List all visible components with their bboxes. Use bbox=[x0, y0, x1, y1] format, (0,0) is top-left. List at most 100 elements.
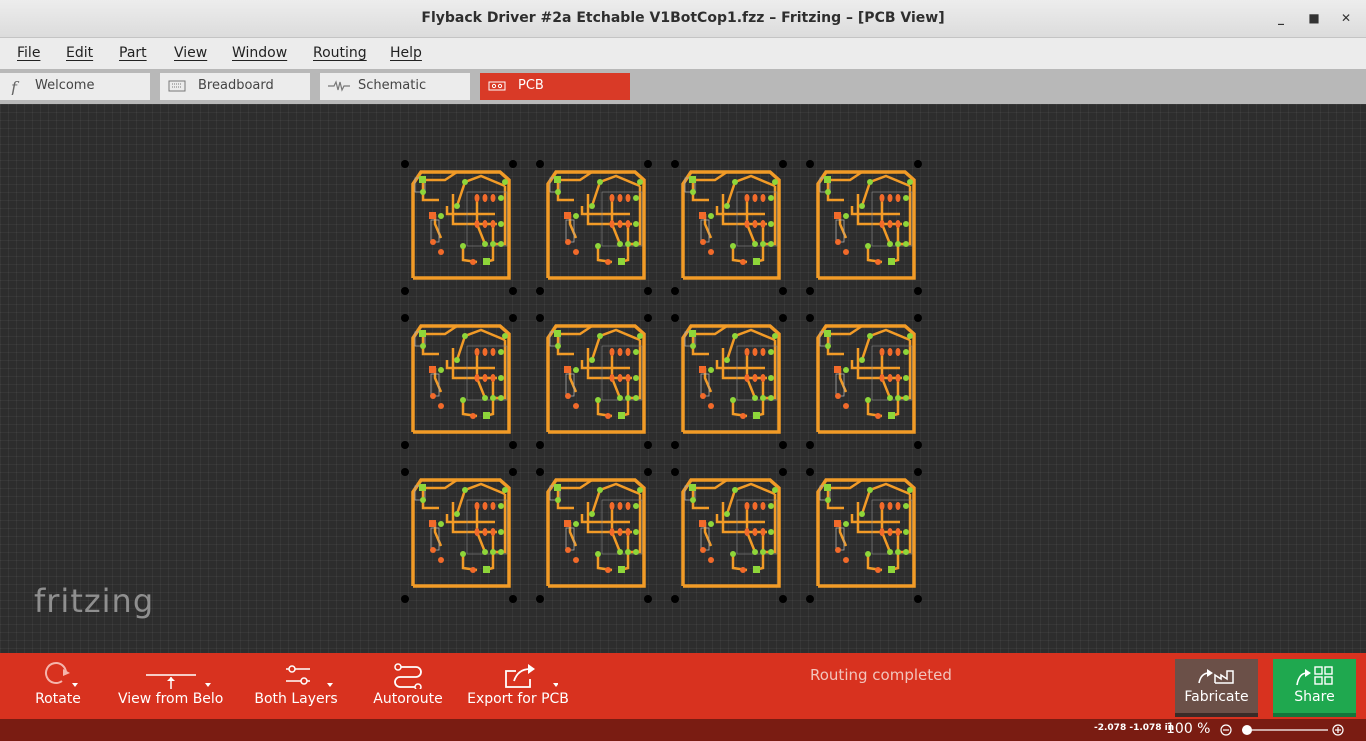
tab-welcome[interactable]: f Welcome bbox=[0, 73, 150, 100]
pcb-board[interactable] bbox=[401, 468, 517, 603]
fabricate-icon bbox=[1197, 669, 1234, 684]
tab-pcb[interactable]: PCB bbox=[480, 73, 630, 100]
mounting-hole bbox=[401, 160, 409, 168]
pcb-icon bbox=[488, 81, 506, 91]
mounting-hole bbox=[644, 441, 652, 449]
bottom-toolbar: Rotate View from Below Both Layers Autor… bbox=[0, 653, 1366, 719]
zoom-slider[interactable] bbox=[1218, 719, 1348, 741]
menu-file[interactable]: File bbox=[17, 45, 40, 61]
share-label: Share bbox=[1294, 689, 1335, 705]
autoroute-button[interactable]: Autoroute bbox=[366, 653, 450, 719]
mounting-hole bbox=[401, 595, 409, 603]
mounting-hole bbox=[536, 441, 544, 449]
mounting-hole bbox=[671, 595, 679, 603]
tab-label: Schematic bbox=[358, 78, 427, 93]
autoroute-label: Autoroute bbox=[373, 691, 443, 707]
close-button[interactable]: ✕ bbox=[1337, 9, 1355, 27]
mounting-hole bbox=[509, 595, 517, 603]
mounting-hole bbox=[806, 314, 814, 322]
pcb-board[interactable] bbox=[401, 160, 517, 295]
mounting-hole bbox=[779, 595, 787, 603]
mounting-hole bbox=[401, 441, 409, 449]
mounting-hole bbox=[914, 314, 922, 322]
svg-text:f: f bbox=[10, 79, 20, 95]
export-for-pcb-label: Export for PCB bbox=[467, 691, 569, 707]
mounting-hole bbox=[671, 441, 679, 449]
mounting-hole bbox=[401, 287, 409, 295]
mounting-hole bbox=[509, 468, 517, 476]
mounting-hole bbox=[509, 314, 517, 322]
tab-label: Welcome bbox=[35, 78, 95, 93]
mounting-hole bbox=[914, 160, 922, 168]
pcb-boards[interactable] bbox=[0, 104, 1366, 653]
minimize-button[interactable]: _ bbox=[1272, 9, 1290, 27]
cursor-coordinates: -2.078 -1.078 in bbox=[1094, 723, 1175, 733]
menu-window[interactable]: Window bbox=[232, 45, 287, 61]
menu-help[interactable]: Help bbox=[390, 45, 422, 61]
mounting-hole bbox=[644, 160, 652, 168]
pcb-canvas[interactable]: fritzing bbox=[0, 104, 1366, 653]
mounting-hole bbox=[779, 441, 787, 449]
mounting-hole bbox=[536, 314, 544, 322]
pcb-board[interactable] bbox=[806, 468, 922, 603]
mounting-hole bbox=[806, 595, 814, 603]
tab-breadboard[interactable]: Breadboard bbox=[160, 73, 310, 100]
mounting-hole bbox=[671, 287, 679, 295]
share-icon bbox=[1295, 666, 1333, 686]
schematic-icon bbox=[328, 80, 350, 92]
rotate-icon bbox=[45, 662, 78, 687]
tab-label: Breadboard bbox=[198, 78, 274, 93]
pcb-board[interactable] bbox=[671, 314, 787, 449]
fabricate-label: Fabricate bbox=[1184, 689, 1249, 705]
view-from-below-button[interactable]: View from Below bbox=[118, 653, 224, 719]
pcb-board[interactable] bbox=[536, 160, 652, 295]
tab-label: PCB bbox=[518, 78, 544, 93]
export-for-pcb-button[interactable]: Export for PCB bbox=[466, 653, 570, 719]
pcb-board[interactable] bbox=[401, 314, 517, 449]
mounting-hole bbox=[806, 468, 814, 476]
share-button[interactable]: Share bbox=[1273, 659, 1356, 717]
fritzing-logo: fritzing bbox=[34, 582, 155, 620]
title-bar: Flyback Driver #2a Etchable V1BotCop1.fz… bbox=[0, 0, 1366, 38]
mounting-hole bbox=[536, 160, 544, 168]
menu-part[interactable]: Part bbox=[119, 45, 147, 61]
mounting-hole bbox=[401, 314, 409, 322]
mounting-hole bbox=[509, 441, 517, 449]
routing-status: Routing completed bbox=[810, 666, 952, 684]
both-layers-button[interactable]: Both Layers bbox=[248, 653, 344, 719]
pcb-board[interactable] bbox=[671, 468, 787, 603]
mounting-hole bbox=[536, 595, 544, 603]
autoroute-icon bbox=[394, 663, 422, 689]
menu-view[interactable]: View bbox=[174, 45, 207, 61]
view-from-below-label: View from Below bbox=[118, 691, 224, 707]
pcb-board[interactable] bbox=[536, 314, 652, 449]
mounting-hole bbox=[509, 160, 517, 168]
mounting-hole bbox=[644, 314, 652, 322]
view-tab-bar: f Welcome Breadboard Schematic PCB bbox=[0, 69, 1366, 104]
mounting-hole bbox=[671, 468, 679, 476]
mounting-hole bbox=[914, 441, 922, 449]
mounting-hole bbox=[401, 468, 409, 476]
rotate-label: Rotate bbox=[35, 691, 81, 707]
mounting-hole bbox=[914, 287, 922, 295]
rotate-button[interactable]: Rotate bbox=[18, 653, 98, 719]
mounting-hole bbox=[644, 468, 652, 476]
pcb-board[interactable] bbox=[536, 468, 652, 603]
maximize-button[interactable]: ■ bbox=[1305, 9, 1323, 27]
pcb-board[interactable] bbox=[671, 160, 787, 295]
breadboard-icon bbox=[168, 80, 186, 92]
pcb-board[interactable] bbox=[806, 160, 922, 295]
zoom-slider-handle[interactable] bbox=[1242, 725, 1252, 735]
mounting-hole bbox=[644, 287, 652, 295]
layers-icon bbox=[286, 665, 333, 687]
window-title: Flyback Driver #2a Etchable V1BotCop1.fz… bbox=[421, 10, 945, 26]
pcb-board[interactable] bbox=[806, 314, 922, 449]
menu-routing[interactable]: Routing bbox=[313, 45, 367, 61]
menu-edit[interactable]: Edit bbox=[66, 45, 93, 61]
mounting-hole bbox=[509, 287, 517, 295]
menu-bar: File Edit Part View Window Routing Help bbox=[0, 38, 1366, 69]
fabricate-button[interactable]: Fabricate bbox=[1175, 659, 1258, 717]
mounting-hole bbox=[806, 441, 814, 449]
tab-schematic[interactable]: Schematic bbox=[320, 73, 470, 100]
mounting-hole bbox=[914, 468, 922, 476]
